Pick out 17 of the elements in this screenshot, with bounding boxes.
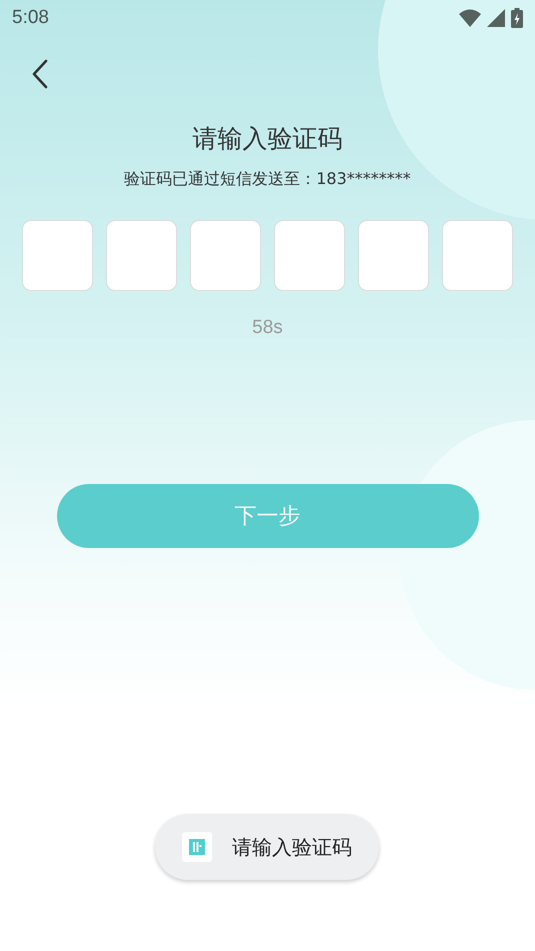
toast-message: 请输入验证码: [232, 834, 352, 860]
status-time: 5:08: [12, 7, 49, 29]
code-digit-field[interactable]: [190, 220, 261, 291]
code-digit-field[interactable]: [106, 220, 177, 291]
page-title: 请输入验证码: [192, 123, 342, 155]
battery-icon: [511, 8, 523, 28]
code-digit-field[interactable]: [22, 220, 93, 291]
signal-icon: [487, 9, 505, 27]
next-button[interactable]: 下一步: [56, 484, 478, 548]
countdown-timer: 58s: [252, 317, 283, 339]
code-digit-field[interactable]: [274, 220, 345, 291]
code-digit-field[interactable]: [358, 220, 429, 291]
code-digit-field[interactable]: [442, 220, 513, 291]
chevron-left-icon: [32, 59, 48, 89]
app-icon: [182, 832, 212, 862]
sms-sent-notice: 验证码已通过短信发送至：183********: [124, 169, 411, 190]
wifi-icon: [459, 9, 481, 27]
